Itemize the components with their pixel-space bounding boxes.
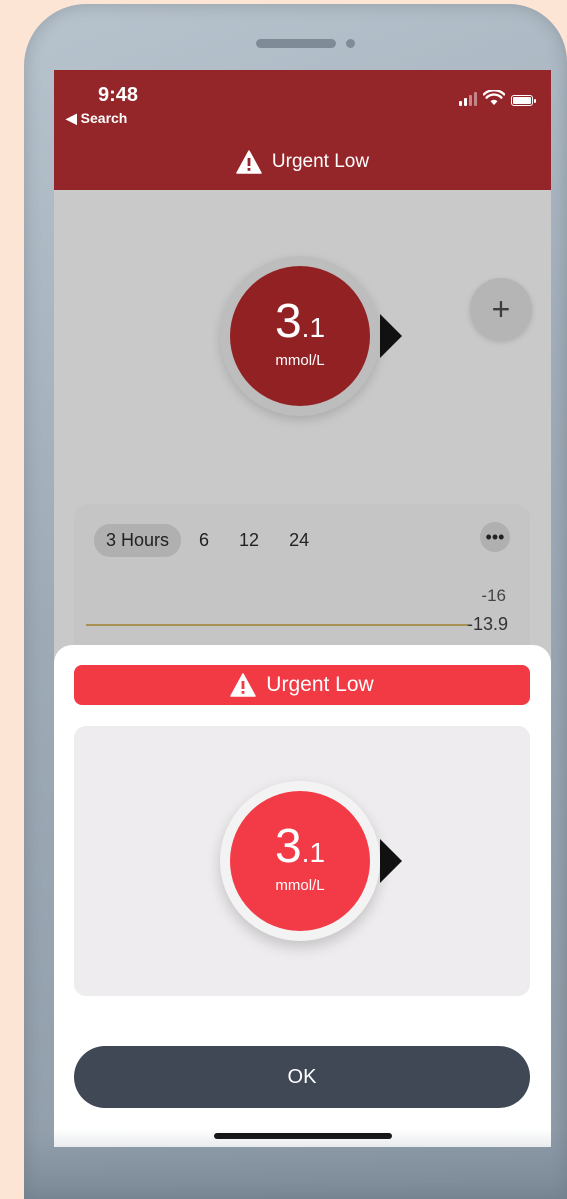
more-options-button[interactable]: ••• — [480, 522, 510, 552]
warning-triangle-icon — [236, 150, 262, 174]
alert-reading-panel: 3.1 mmol/L — [74, 726, 530, 996]
urgent-low-alert-sheet: Urgent Low 3.1 mmol/L OK — [54, 645, 551, 1147]
status-time: 9:48 — [98, 84, 139, 106]
alert-glucose-unit: mmol/L — [275, 877, 325, 894]
y-axis-label: -13.9 — [466, 614, 508, 634]
alert-banner: Urgent Low — [74, 665, 530, 705]
signal-icon — [459, 92, 477, 106]
glucose-reading-widget[interactable]: 3.1 mmol/L — [220, 256, 402, 416]
glucose-value: 3.1 — [274, 295, 326, 348]
back-to-search-link[interactable]: ◀ Search — [66, 110, 127, 127]
range-tab-3-hours[interactable]: 3 Hours — [94, 524, 182, 557]
add-event-button[interactable]: + — [470, 278, 532, 340]
front-camera — [346, 39, 355, 48]
range-tab-24[interactable]: 24 — [277, 524, 321, 557]
status-bar: 9:48 ◀ Search Urgent Low — [54, 70, 551, 190]
alert-glucose-disc: 3.1 mmol/L — [230, 791, 370, 931]
ok-button[interactable]: OK — [74, 1046, 530, 1108]
warning-triangle-icon — [230, 673, 257, 697]
speaker-grille — [256, 39, 336, 48]
phone-frame: 9:48 ◀ Search Urgent Low 3.1 mmol/L + 3 … — [24, 4, 567, 1199]
status-icons — [459, 90, 536, 106]
app-screen: 9:48 ◀ Search Urgent Low 3.1 mmol/L + 3 … — [54, 70, 551, 1147]
trend-arrow-right-icon — [380, 314, 402, 358]
y-axis-label: -16 — [481, 586, 506, 605]
range-tab-12[interactable]: 12 — [227, 524, 271, 557]
glucose-unit: mmol/L — [275, 352, 325, 369]
battery-icon — [511, 95, 536, 106]
high-target-line — [86, 624, 468, 626]
range-tab-6[interactable]: 6 — [187, 524, 221, 557]
time-range-tabs: 3 Hours 6 12 24 — [94, 524, 321, 557]
nav-title-text: Urgent Low — [271, 151, 370, 172]
nav-title: Urgent Low — [54, 150, 551, 174]
alert-glucose-reading: 3.1 mmol/L — [220, 781, 402, 941]
glucose-disc: 3.1 mmol/L — [230, 266, 370, 406]
trend-arrow-right-icon — [380, 839, 402, 883]
home-indicator[interactable] — [214, 1133, 392, 1139]
alert-glucose-value: 3.1 — [274, 820, 326, 873]
alert-banner-title: Urgent Low — [266, 673, 374, 696]
wifi-icon — [483, 90, 505, 105]
